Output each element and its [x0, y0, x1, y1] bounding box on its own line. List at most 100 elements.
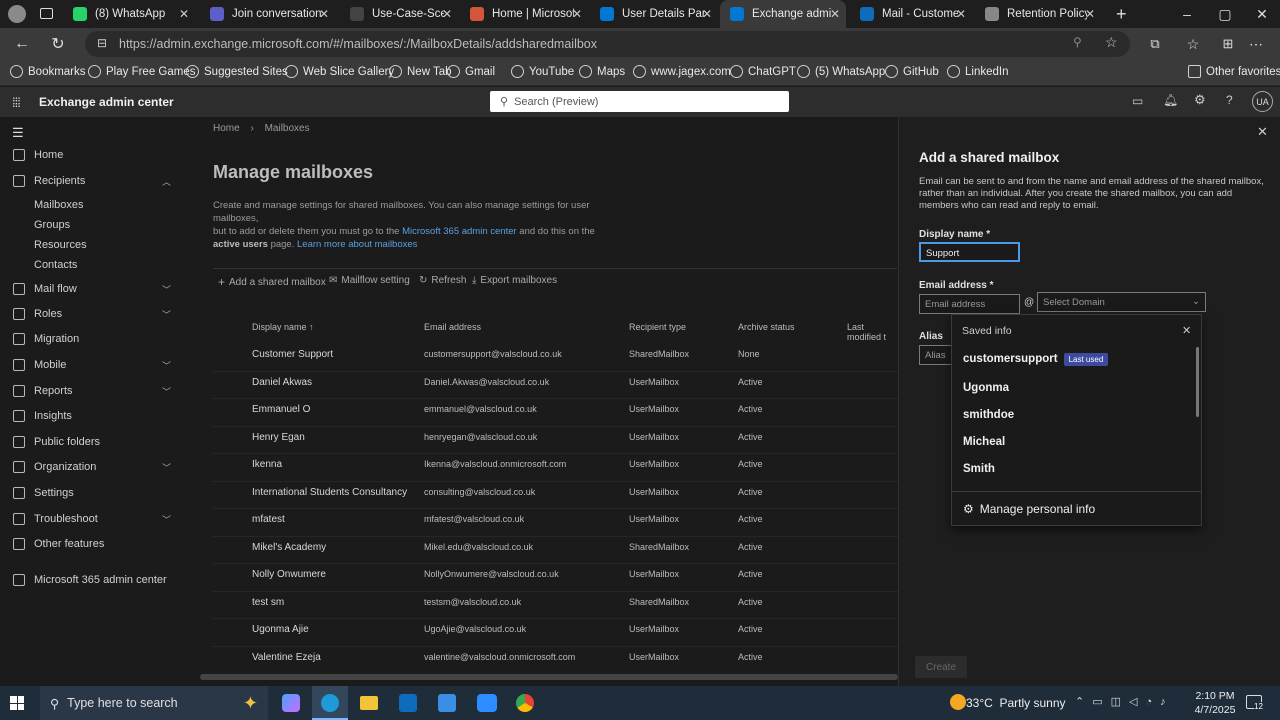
bookmark-6[interactable]: YouTube	[511, 65, 574, 78]
minimize-button[interactable]: –	[1168, 0, 1206, 28]
bookmark-12[interactable]: LinkedIn	[947, 65, 1008, 78]
tab-close-icon[interactable]: ✕	[830, 7, 840, 21]
system-tray-icons[interactable]: ⌃▭◫◁◔♪	[1075, 695, 1174, 708]
taskbar-app-zoom[interactable]	[477, 694, 497, 712]
nav-item-migration[interactable]: Migration	[0, 329, 182, 349]
email-address-field[interactable]: Email address	[919, 294, 1020, 314]
collections-icon[interactable]: ⊞	[1216, 32, 1240, 56]
column-header[interactable]: Last modified t	[847, 322, 898, 342]
manage-personal-info[interactable]: ⚙ Manage personal info	[963, 502, 1095, 516]
table-row[interactable]	[212, 508, 898, 534]
tab-close-icon[interactable]: ✕	[956, 7, 966, 21]
tab-close-icon[interactable]: ✕	[702, 7, 712, 21]
taskbar-app-store[interactable]	[438, 694, 456, 712]
autofill-item[interactable]: Ugonma	[963, 382, 1009, 394]
tab-1[interactable]: Join conversation ✕	[200, 0, 335, 28]
app-launcher-icon[interactable]: ⁞⁞⁞	[12, 95, 21, 110]
other-favorites[interactable]: Other favorites	[1188, 65, 1280, 78]
refresh-button[interactable]: ↻	[46, 32, 70, 56]
column-header[interactable]: Recipient type	[629, 322, 686, 332]
nav-item-mailboxes[interactable]: Mailboxes	[0, 195, 182, 215]
tab-close-icon[interactable]: ✕	[442, 7, 452, 21]
table-row[interactable]	[212, 425, 898, 452]
table-row[interactable]	[212, 370, 898, 397]
nav-item-mail-flow[interactable]: Mail flow ﹀	[0, 279, 182, 299]
chevron-down-icon[interactable]: ﹀	[162, 359, 171, 372]
bell-icon[interactable]: 🔔︎	[1163, 93, 1178, 107]
zoom-icon[interactable]: ⚲	[1073, 35, 1082, 49]
taskbar-app-edge[interactable]	[312, 686, 348, 720]
bookmark-8[interactable]: www.jagex.com	[633, 65, 731, 78]
learn-more-link[interactable]: Learn more about mailboxes	[297, 239, 417, 250]
tab-close-icon[interactable]: ✕	[572, 7, 582, 21]
nav-item-reports[interactable]: Reports ﹀	[0, 381, 182, 401]
tab-7[interactable]: Retention Policy Se✕	[975, 0, 1101, 28]
maximize-button[interactable]: ▢	[1206, 0, 1244, 28]
search-box[interactable]: ⚲ Search (Preview)	[490, 91, 789, 112]
tab-2[interactable]: Use-Case-Scenario✕	[340, 0, 458, 28]
nav-item-troubleshoot[interactable]: Troubleshoot ﹀	[0, 509, 182, 529]
more-menu-icon[interactable]: ⋯	[1244, 32, 1268, 56]
chevron-down-icon[interactable]: ﹀	[162, 461, 171, 474]
bookmark-9[interactable]: ChatGPT	[730, 65, 796, 78]
bookmark-1[interactable]: Play Free Games	[88, 65, 195, 78]
favorites-icon[interactable]: ☆	[1181, 32, 1205, 56]
nav-item-settings[interactable]: Settings	[0, 483, 182, 503]
avatar[interactable]: UA	[1252, 91, 1273, 112]
autofill-close-icon[interactable]: ✕	[1182, 324, 1191, 337]
nav-item-resources[interactable]: Resources	[0, 235, 182, 255]
domain-select[interactable]: Select Domain ⌄	[1037, 292, 1206, 312]
browser-profile-icon[interactable]	[8, 5, 26, 23]
breadcrumb-mailboxes[interactable]: Mailboxes	[265, 123, 310, 134]
help-icon[interactable]: ?	[1226, 93, 1233, 107]
chevron-down-icon[interactable]: ﹀	[162, 283, 171, 296]
bookmark-11[interactable]: GitHub	[885, 65, 939, 78]
taskbar-app-explorer[interactable]	[360, 696, 378, 710]
tab-3[interactable]: Home | Microsoft 3✕	[460, 0, 588, 28]
chevron-up-icon[interactable]: ︿	[162, 175, 171, 188]
back-button[interactable]: ←	[10, 32, 34, 56]
nav-item-microsoft-365-admin-center[interactable]: Microsoft 365 admin center	[0, 570, 182, 590]
close-panel-icon[interactable]: ✕	[1257, 124, 1268, 140]
chevron-down-icon[interactable]: ﹀	[162, 513, 171, 526]
mailflow-setting-button[interactable]: ✉ Mailflow setting	[329, 275, 410, 286]
nav-item-groups[interactable]: Groups	[0, 215, 182, 235]
tab-close-icon[interactable]: ✕	[179, 7, 189, 21]
tab-5[interactable]: Exchange admin ce✕	[720, 0, 846, 28]
autofill-item[interactable]: Smith	[963, 463, 995, 475]
chevron-down-icon[interactable]: ﹀	[162, 308, 171, 321]
table-row[interactable]	[212, 618, 898, 644]
table-row[interactable]	[212, 398, 898, 424]
monitor-icon[interactable]: ▭	[1132, 94, 1143, 108]
autofill-item[interactable]: customersupport Last used	[963, 353, 1109, 366]
m365-link[interactable]: Microsoft 365 admin center	[402, 226, 517, 237]
chevron-down-icon[interactable]: ﹀	[162, 385, 171, 398]
extensions-icon[interactable]: ⧉	[1143, 32, 1167, 56]
weather-text[interactable]: 33°C Partly sunny	[966, 696, 1066, 710]
bookmark-5[interactable]: Gmail	[447, 65, 495, 78]
tab-6[interactable]: Mail - Customer S✕	[850, 0, 972, 28]
bookmark-2[interactable]: Suggested Sites	[186, 65, 288, 78]
taskbar-search[interactable]: ⚲ Type here to search ✦	[40, 686, 268, 720]
windows-start-icon[interactable]	[10, 696, 24, 710]
url-field[interactable]: ⊟ https://admin.exchange.microsoft.com/#…	[85, 31, 1130, 57]
new-tab-button[interactable]: +	[1116, 4, 1127, 25]
display-name-field[interactable]: Support	[919, 242, 1020, 262]
site-info-icon[interactable]: ⊟	[97, 36, 107, 50]
clock[interactable]: 2:10 PM 4/7/2025	[1191, 689, 1239, 717]
tab-0[interactable]: (8) WhatsApp ✕	[63, 0, 195, 28]
bookmark-3[interactable]: Web Slice Gallery	[285, 65, 394, 78]
nav-item-public-folders[interactable]: Public folders	[0, 432, 182, 452]
tab-close-icon[interactable]: ✕	[1085, 7, 1095, 21]
nav-item-roles[interactable]: Roles ﹀	[0, 304, 182, 324]
gear-icon[interactable]: ⚙	[1194, 92, 1206, 108]
export-mailboxes-button[interactable]: ⤓ Export mailboxes	[472, 275, 557, 286]
horizontal-scrollbar[interactable]	[200, 674, 898, 680]
nav-item-recipients[interactable]: Recipients ︿	[0, 171, 182, 191]
bookmark-7[interactable]: Maps	[579, 65, 625, 78]
taskbar-app-chrome[interactable]	[516, 694, 534, 712]
column-header[interactable]: Email address	[424, 322, 481, 332]
autofill-item[interactable]: smithdoe	[963, 409, 1014, 421]
autofill-scrollbar[interactable]	[1196, 347, 1199, 417]
column-header[interactable]: Display name ↑	[252, 322, 314, 332]
